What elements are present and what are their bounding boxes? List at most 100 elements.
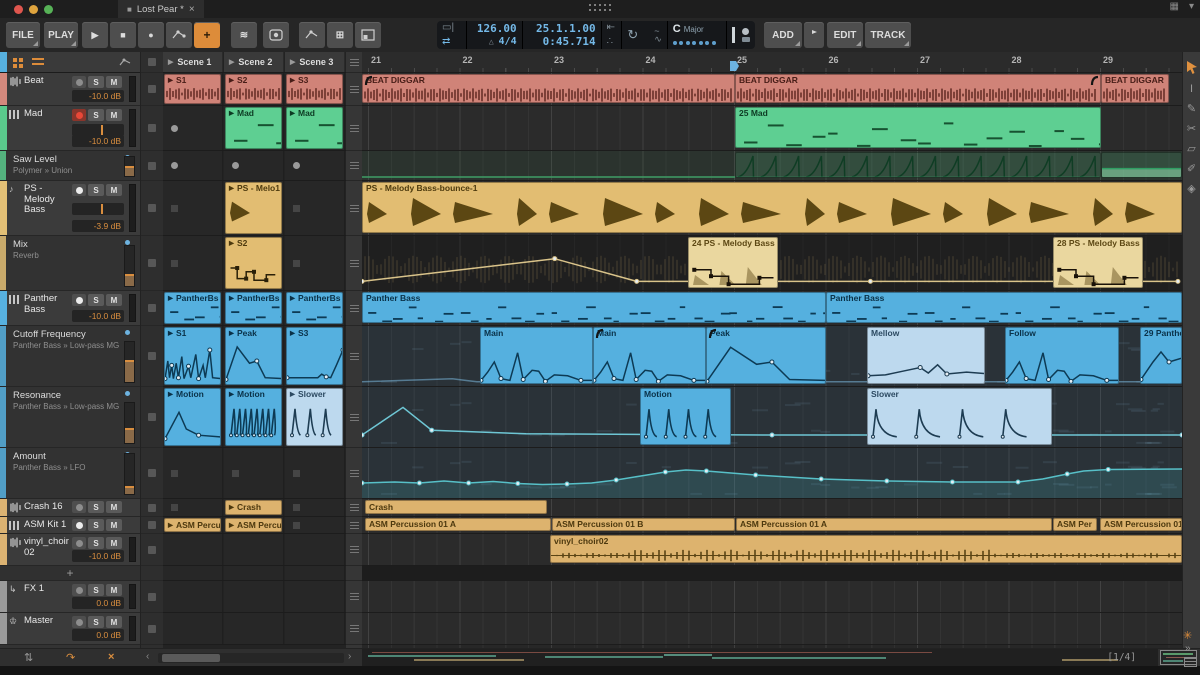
solo-button[interactable]: S xyxy=(88,537,104,549)
clip-play-icon[interactable]: ▶ xyxy=(290,328,295,339)
clip-play-icon[interactable]: ▶ xyxy=(168,389,173,400)
play-button[interactable]: ▶ xyxy=(82,22,108,48)
arranger-clip[interactable]: Peak xyxy=(706,327,826,384)
loop-section[interactable]: ↻ ~∿ xyxy=(622,21,667,49)
clip-stop-cell[interactable] xyxy=(141,499,163,517)
window-menu-icon[interactable]: ▾ xyxy=(1189,1,1194,12)
tempo-value[interactable]: 126.00 xyxy=(472,23,517,34)
arranger-clip[interactable] xyxy=(1101,152,1182,178)
launcher-clip[interactable]: ▶S2 xyxy=(225,74,282,104)
clip-slot[interactable] xyxy=(285,151,345,180)
clip-slot[interactable] xyxy=(224,613,284,644)
clip-stop-cell[interactable] xyxy=(141,581,163,613)
alt-scene-cell[interactable] xyxy=(346,291,362,326)
arranger-clip[interactable]: Mellow xyxy=(867,327,985,384)
arranger-clip[interactable]: Panther Bass xyxy=(826,292,1182,323)
clip-slot[interactable] xyxy=(163,613,223,644)
arranger-clip[interactable]: ASM Percussion 01 A xyxy=(736,518,1052,531)
arranger-clip[interactable]: BEAT DIGGAR xyxy=(735,74,1101,103)
song-position[interactable]: 25.1.1.00 xyxy=(528,23,596,34)
scene-play-icon[interactable]: ▶ xyxy=(290,58,295,66)
clip-play-icon[interactable]: ▶ xyxy=(168,520,173,531)
record-button[interactable]: ● xyxy=(138,22,164,48)
clip-slot[interactable] xyxy=(224,581,284,612)
pointer-tool-icon[interactable] xyxy=(1185,60,1199,75)
record-arm-button[interactable] xyxy=(72,584,86,596)
arranger-clip[interactable]: Panther Bass xyxy=(362,292,826,323)
arranger-clip[interactable]: vinyl_choir02 xyxy=(550,535,1182,563)
clip-slot[interactable] xyxy=(163,181,223,235)
lane-fader[interactable] xyxy=(124,245,135,287)
clip-stop-cell[interactable] xyxy=(141,387,163,448)
lane-fader[interactable] xyxy=(124,453,135,495)
track-row-ps-melody-bass[interactable]: ♪PS - Melody BassSM-3.9 dB xyxy=(0,181,140,236)
track-row-mad[interactable]: MadSM-10.0 dB xyxy=(0,106,140,151)
clip-slot[interactable] xyxy=(163,566,223,580)
scroll-right-icon[interactable]: › xyxy=(348,651,351,662)
volume-value[interactable]: 0.0 dB xyxy=(72,597,124,609)
solo-button[interactable]: S xyxy=(88,519,104,531)
clip-play-icon[interactable]: ▶ xyxy=(290,389,295,400)
launcher-clip[interactable]: ▶ASM Percu xyxy=(164,518,221,532)
clip-slot[interactable]: ▶Mad xyxy=(285,106,345,150)
mute-button[interactable]: M xyxy=(106,519,122,531)
song-time[interactable]: 0:45.714 xyxy=(528,36,596,47)
list-view-icon[interactable] xyxy=(32,58,44,67)
lane-fader[interactable] xyxy=(124,341,135,383)
launcher-clip[interactable]: ▶PantherBs xyxy=(225,292,282,324)
lane-fader[interactable] xyxy=(124,156,135,177)
knife-tool-icon[interactable]: ✂ xyxy=(1185,124,1199,135)
solo-button[interactable]: S xyxy=(88,76,104,88)
launcher-clip[interactable]: ▶PS - Melo1 xyxy=(225,182,282,234)
record-arm-button[interactable] xyxy=(72,616,86,628)
clip-slot[interactable]: ▶S3 xyxy=(285,73,345,105)
edit-button[interactable]: EDIT xyxy=(827,22,863,48)
close-panel-icon[interactable]: × xyxy=(108,651,114,663)
track-row-asm-kit-1[interactable]: ASM Kit 1SM xyxy=(0,517,140,534)
clip-stop-cell[interactable] xyxy=(141,236,163,291)
volume-slider[interactable] xyxy=(72,203,124,215)
arranger-clip[interactable]: ASM Per xyxy=(1053,518,1097,531)
launcher-clip[interactable]: ▶Slower xyxy=(286,388,343,446)
arranger-clip[interactable]: 29 Panther Bass xyxy=(1140,327,1182,384)
layout-grid-icon[interactable]: ▦ xyxy=(1170,1,1179,12)
scene-play-icon[interactable]: ▶ xyxy=(168,58,173,66)
clip-slot[interactable]: ▶PantherBs xyxy=(224,291,284,325)
add-button[interactable]: ADD xyxy=(764,22,802,48)
clip-slot[interactable] xyxy=(285,499,345,516)
scroll-left-icon[interactable]: ‹ xyxy=(146,651,149,662)
play-menu-button[interactable]: PLAY xyxy=(44,22,78,48)
close-tab-icon[interactable]: × xyxy=(189,4,195,15)
clip-slot[interactable] xyxy=(285,236,345,290)
launcher-clip[interactable]: ▶S1 xyxy=(164,74,221,104)
clip-slot[interactable]: ▶PantherBs xyxy=(285,291,345,325)
grid-view-icon[interactable] xyxy=(13,58,17,62)
clip-slot[interactable] xyxy=(285,566,345,580)
clip-slot[interactable] xyxy=(163,448,223,498)
track-row-panther-bass[interactable]: Panther BassSM-10.0 dB xyxy=(0,291,140,326)
clip-stop-cell[interactable] xyxy=(141,517,163,534)
clip-play-icon[interactable]: ▶ xyxy=(229,238,234,249)
alt-scene-cell[interactable] xyxy=(346,534,362,566)
arranger-clip[interactable]: ASM Percussion 01 A xyxy=(1100,518,1182,531)
clip-play-icon[interactable]: ▶ xyxy=(229,389,234,400)
follow-playback-icon[interactable]: ↷ xyxy=(66,651,75,664)
clip-slot[interactable]: ▶PS - Melo1 xyxy=(224,181,284,235)
clip-stop-cell[interactable] xyxy=(141,534,163,566)
timeline-ruler[interactable]: 212223242526272829 xyxy=(362,52,1182,73)
clip-slot[interactable]: ▶PantherBs xyxy=(163,291,223,325)
clip-play-icon[interactable]: ▶ xyxy=(290,293,295,304)
clip-slot[interactable] xyxy=(285,613,345,644)
arrangement-overview[interactable] xyxy=(362,649,1158,666)
clip-play-icon[interactable]: ▶ xyxy=(168,328,173,339)
volume-value[interactable]: 0.0 dB xyxy=(72,629,124,641)
mute-button[interactable]: M xyxy=(106,109,122,121)
stop-button[interactable]: ■ xyxy=(110,22,136,48)
clip-slot[interactable] xyxy=(224,566,284,580)
clip-slot[interactable] xyxy=(285,181,345,235)
launcher-clip[interactable]: ▶ASM Percu xyxy=(225,518,282,532)
launcher-clip[interactable]: ▶PantherBs xyxy=(286,292,343,324)
clip-play-icon[interactable]: ▶ xyxy=(229,75,234,86)
arranger-clip[interactable]: 24 PS - Melody Bass xyxy=(688,237,778,288)
automation-lane-cutoff-frequency[interactable]: Cutoff FrequencyPanther Bass » Low-pass … xyxy=(0,326,140,387)
